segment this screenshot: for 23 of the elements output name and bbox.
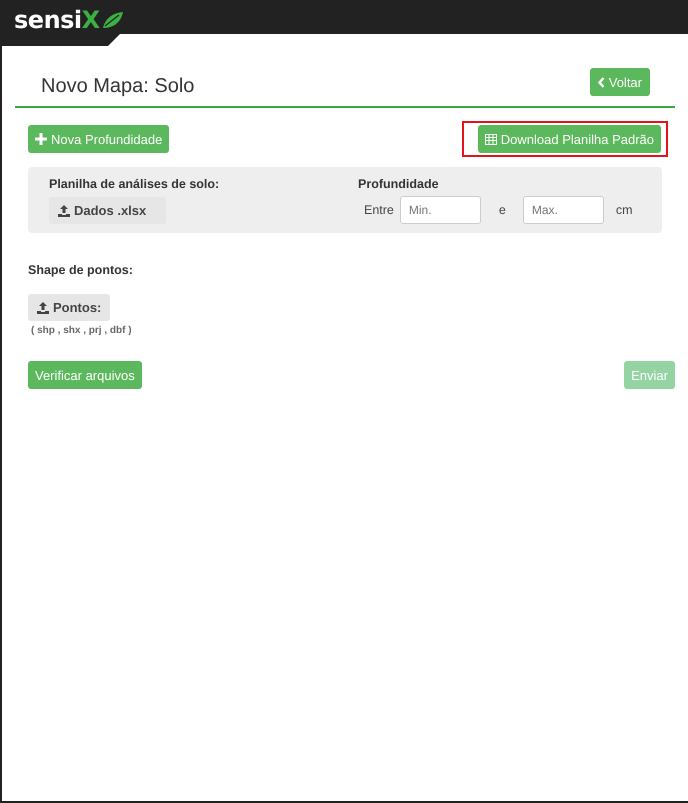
field-label: Shape de pontos: <box>28 263 133 277</box>
upload-icon <box>37 302 49 314</box>
page-title: Novo Mapa: Solo <box>41 75 194 98</box>
max-depth-field[interactable]: Max. <box>522 196 604 224</box>
back-button[interactable]: Voltar <box>590 68 650 96</box>
download-button[interactable]: Download Planilha Padrão <box>478 125 661 153</box>
chevron-left-icon <box>598 76 605 88</box>
file-types-hint: ( shp , shx , prj , dbf ) <box>31 325 132 336</box>
field-label: Profundidade <box>358 177 440 191</box>
plus-icon <box>35 133 47 145</box>
min-depth-field[interactable]: Min. <box>400 196 481 224</box>
leaf-icon <box>102 11 124 29</box>
logo-text: sensiX <box>14 6 100 34</box>
upload-icon <box>58 204 70 216</box>
field-label: Planilha de análises de solo: <box>49 177 220 191</box>
unit-label: cm <box>616 203 633 217</box>
table-icon <box>484 134 497 144</box>
verify-button[interactable]: Verificar arquivos <box>28 361 142 389</box>
upload-button[interactable]: Dados .xlsx <box>49 197 166 224</box>
upload-button[interactable]: Pontos: <box>28 294 110 321</box>
field-label: e <box>498 203 506 217</box>
add-depth-button[interactable]: Nova Profundidade <box>28 125 170 153</box>
field-label: Entre <box>364 203 394 217</box>
